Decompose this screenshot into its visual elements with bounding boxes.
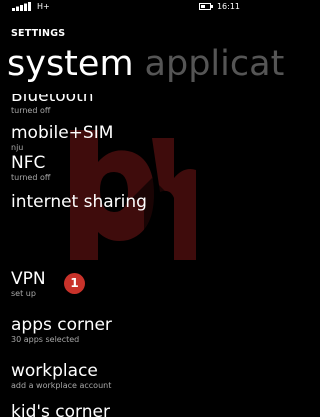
list-item-subtitle: add a workplace account	[11, 381, 112, 390]
battery-icon	[199, 3, 213, 10]
battery-level	[201, 5, 205, 8]
annotation-badge: 1	[64, 273, 85, 294]
list-item-kids-corner[interactable]: kid's corner	[11, 402, 241, 417]
list-item-subtitle: turned off	[11, 173, 51, 182]
list-item-subtitle: 30 apps selected	[11, 335, 80, 344]
clock: 16:11	[216, 2, 240, 11]
network-type: H+	[37, 2, 50, 11]
settings-list: Bluetooth turned off mobile+SIM nju NFC …	[0, 94, 250, 417]
list-item-vpn[interactable]: VPN set up	[11, 269, 241, 299]
list-item-bluetooth[interactable]: Bluetooth turned off	[11, 94, 241, 116]
pivot-tab-applications[interactable]: applicat	[145, 44, 285, 84]
list-item-subtitle: nju	[11, 143, 24, 152]
list-item-subtitle: set up	[11, 289, 36, 298]
list-item-title: kid's corner	[11, 402, 110, 417]
list-item-title: apps corner	[11, 315, 112, 335]
list-item-title: internet sharing	[11, 192, 147, 212]
list-item-mobile-sim[interactable]: mobile+SIM nju	[11, 123, 241, 153]
list-item-subtitle: turned off	[11, 106, 51, 115]
list-item-workplace[interactable]: workplace add a workplace account	[11, 361, 241, 391]
list-item-title: workplace	[11, 361, 98, 381]
app-title: SETTINGS	[11, 28, 66, 39]
list-item-apps-corner[interactable]: apps corner 30 apps selected	[11, 315, 241, 345]
status-bar: H+ 16:11	[0, 0, 250, 14]
list-item-title: NFC	[11, 153, 46, 173]
pivot-tab-system[interactable]: system	[7, 44, 134, 84]
list-item-internet-sharing[interactable]: internet sharing	[11, 192, 241, 212]
signal-bars-icon	[12, 2, 31, 11]
list-item-nfc[interactable]: NFC turned off	[11, 153, 241, 183]
list-item-title: Bluetooth	[11, 94, 94, 106]
list-item-title: VPN	[11, 269, 46, 289]
list-item-title: mobile+SIM	[11, 123, 114, 143]
pivot-header: system applicat	[7, 44, 284, 84]
